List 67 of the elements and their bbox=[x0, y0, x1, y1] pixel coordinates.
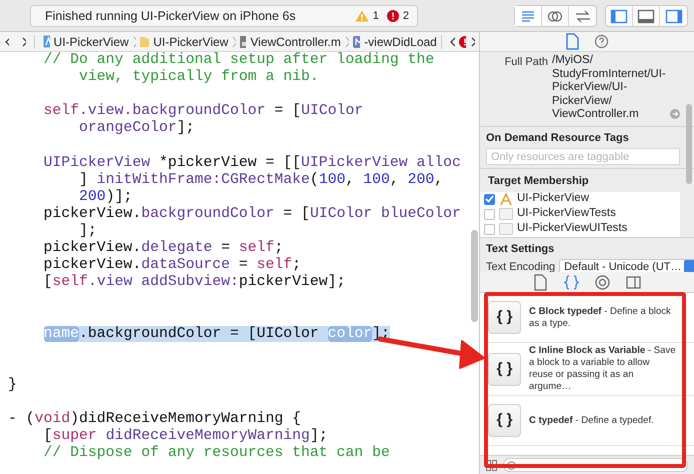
method-icon bbox=[352, 36, 360, 48]
section-title: On Demand Resource Tags bbox=[486, 132, 629, 144]
tags-field[interactable]: Only resources are taggable bbox=[486, 148, 680, 165]
checkbox[interactable] bbox=[484, 208, 495, 220]
media-library-icon[interactable] bbox=[625, 274, 642, 290]
target-name: UI-PickerView bbox=[517, 191, 589, 206]
breadcrumb-item[interactable]: ViewController.m bbox=[250, 32, 341, 50]
reveal-arrow-icon[interactable] bbox=[670, 108, 680, 118]
code-line: 200)]; bbox=[78, 188, 132, 206]
code-line: ]; bbox=[78, 222, 97, 240]
target-name: UI-PickerViewTests bbox=[517, 206, 616, 222]
code-line: self.view.backgroundColor = [UIColor bbox=[42, 103, 364, 120]
snippet-description[interactable]: C Inline Block as Variable - Save a block to a variable to allow reuse or passing it as an argume… bbox=[529, 345, 676, 393]
code-line: pickerView.backgroundColor = [UIColor blueColor bbox=[42, 206, 461, 223]
folder-icon bbox=[140, 36, 150, 47]
error-icon bbox=[386, 10, 399, 22]
code-line: // Dispose of any resources that can be bbox=[42, 445, 390, 462]
file-library-icon[interactable] bbox=[532, 274, 549, 290]
section-title: Target Membership bbox=[488, 175, 589, 187]
checkbox[interactable] bbox=[484, 224, 495, 234]
chevron-icon bbox=[232, 36, 236, 48]
error-count: 2 bbox=[402, 8, 409, 24]
code-line: - (void)didReceiveMemoryWarning { bbox=[8, 410, 302, 428]
file-icon bbox=[240, 36, 246, 48]
object-library-icon[interactable] bbox=[594, 274, 611, 290]
snippet-icon: { } bbox=[488, 301, 521, 334]
breadcrumb-item[interactable]: UI-PickerView bbox=[153, 32, 228, 50]
breadcrumb-item[interactable]: UI-PickerView bbox=[54, 32, 129, 50]
bundle-icon bbox=[499, 208, 513, 220]
warning-icon bbox=[354, 10, 369, 22]
warning-count: 1 bbox=[372, 8, 379, 24]
checkbox[interactable] bbox=[484, 194, 495, 204]
project-icon bbox=[42, 35, 50, 48]
snippet-icon: { } bbox=[488, 352, 521, 386]
snippet-library-icon[interactable] bbox=[563, 274, 580, 290]
code-line: orangeColor]; bbox=[78, 120, 194, 138]
snippet-description[interactable]: C Block typedef - Define a block as a type. bbox=[529, 306, 676, 330]
code-line: view, typically from a nib. bbox=[78, 69, 319, 86]
field-label: Full Path bbox=[504, 55, 548, 70]
previous-issue-icon[interactable] bbox=[449, 36, 454, 46]
standard-editor-icon[interactable] bbox=[515, 6, 542, 26]
snippet-description[interactable]: C typedef - Define a typedef. bbox=[529, 414, 654, 426]
help-icon[interactable] bbox=[593, 33, 610, 50]
scrollbar-thumb[interactable] bbox=[471, 230, 478, 322]
code-line: // Do any additional setup after loading the bbox=[42, 52, 434, 69]
path-text: /MyiOS/ StudyFromInternet/UI- PickerView/UI- PickerView/ ViewController.m bbox=[552, 54, 666, 122]
filter-icon bbox=[507, 460, 516, 470]
snippet-icon: { } bbox=[488, 404, 521, 437]
scrollbar-thumb[interactable] bbox=[686, 104, 692, 184]
code-line: UIPickerView *pickerView = [[UIPickerView alloc bbox=[42, 154, 461, 172]
app-target-icon bbox=[499, 192, 513, 206]
grid-view-icon[interactable] bbox=[486, 460, 497, 470]
code-line: [self.view addSubview:pickerView]; bbox=[42, 274, 346, 292]
code-line: pickerView.delegate = self; bbox=[42, 240, 284, 257]
chevron-icon bbox=[344, 36, 349, 48]
chevron-icon bbox=[132, 36, 136, 48]
code-line: ] initWithFrame:CGRectMake(100, 100, 200, bbox=[78, 172, 444, 189]
code-line: pickerView.dataSource = self; bbox=[42, 257, 302, 274]
code-line: [super didReceiveMemoryWarning]; bbox=[42, 428, 328, 445]
section-title: Text Settings bbox=[486, 242, 554, 254]
error-icon[interactable] bbox=[458, 36, 466, 48]
code-line: } bbox=[8, 376, 17, 394]
status-text: Finished running UI-PickerView on iPhone 6s bbox=[45, 8, 296, 25]
target-name: UI-PickerViewUITests bbox=[517, 221, 628, 236]
file-icon[interactable] bbox=[564, 33, 581, 50]
next-issue-icon[interactable] bbox=[470, 36, 476, 46]
breadcrumb-item[interactable]: -viewDidLoad bbox=[364, 32, 437, 50]
